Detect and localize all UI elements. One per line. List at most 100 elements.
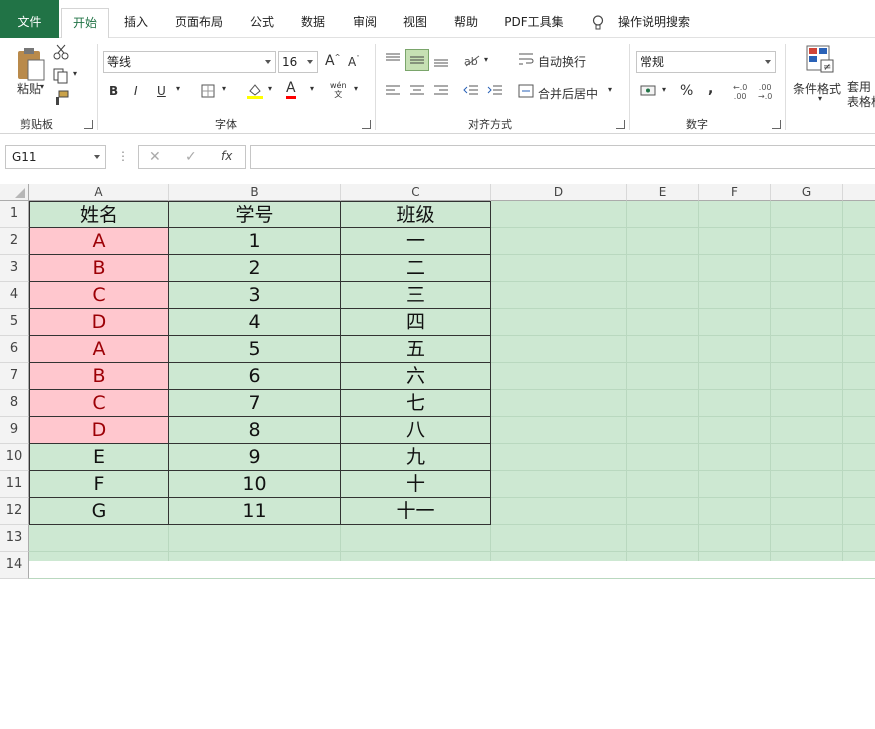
cell-name[interactable]: B — [29, 363, 169, 390]
cell-student-id[interactable]: 6 — [169, 363, 341, 390]
column-header-c[interactable]: C — [341, 184, 491, 201]
row-header-12[interactable]: 12 — [0, 498, 29, 525]
tab-formulas[interactable]: 公式 — [243, 0, 281, 38]
tab-insert[interactable]: 插入 — [116, 0, 156, 38]
borders-dropdown-icon[interactable]: ▾ — [222, 84, 226, 93]
formula-input[interactable] — [250, 145, 875, 169]
wrap-text-button[interactable]: 自动换行 — [538, 53, 586, 70]
cell-student-id[interactable]: 8 — [169, 417, 341, 444]
row-header-8[interactable]: 8 — [0, 390, 29, 417]
phonetic-guide-icon[interactable]: wén 文 — [330, 81, 347, 99]
cell-student-id[interactable]: 3 — [169, 282, 341, 309]
cell-name[interactable]: E — [29, 444, 169, 471]
number-format-select[interactable]: 常规 — [636, 51, 776, 73]
tab-data[interactable]: 数据 — [294, 0, 332, 38]
copy-dropdown-icon[interactable]: ▾ — [73, 69, 77, 78]
decrease-indent-icon[interactable] — [463, 84, 479, 98]
cell-student-id[interactable]: 10 — [169, 471, 341, 498]
column-header-f[interactable]: F — [699, 184, 771, 201]
borders-icon[interactable] — [201, 84, 215, 98]
row-header-9[interactable]: 9 — [0, 417, 29, 444]
conditional-formatting-button[interactable]: 条件格式 — [793, 80, 841, 97]
align-right-icon[interactable] — [433, 84, 449, 98]
insert-function-button[interactable]: fx — [221, 149, 232, 163]
tab-help[interactable]: 帮助 — [447, 0, 485, 38]
row-header-14[interactable]: 14 — [0, 552, 29, 579]
font-launcher-icon[interactable] — [362, 120, 371, 129]
cell-name[interactable]: A — [29, 336, 169, 363]
decrease-decimal-icon[interactable]: .00 →.0 — [758, 83, 772, 101]
fill-color-dropdown-icon[interactable]: ▾ — [268, 84, 272, 93]
merge-center-icon[interactable] — [518, 84, 534, 98]
cut-icon[interactable] — [53, 44, 69, 60]
format-as-table-button[interactable]: 套用 表格格 — [847, 80, 875, 110]
column-header-d[interactable]: D — [491, 184, 627, 201]
merge-dropdown-icon[interactable]: ▾ — [608, 85, 612, 94]
column-header-b[interactable]: B — [169, 184, 341, 201]
header-name[interactable]: 姓名 — [29, 201, 169, 228]
shrink-font-icon[interactable]: Aˇ — [348, 55, 360, 69]
cell-name[interactable]: C — [29, 390, 169, 417]
comma-style-button[interactable]: , — [708, 81, 713, 97]
bold-button[interactable]: B — [109, 84, 118, 98]
cell-student-id[interactable]: 9 — [169, 444, 341, 471]
cell-name[interactable]: B — [29, 255, 169, 282]
cell-class[interactable]: 五 — [341, 336, 491, 363]
paste-icon[interactable] — [16, 46, 46, 82]
cell-class[interactable]: 二 — [341, 255, 491, 282]
cell-name[interactable]: C — [29, 282, 169, 309]
tell-me-search[interactable]: 操作说明搜索 — [614, 0, 694, 38]
align-left-icon[interactable] — [385, 84, 401, 98]
cell-name[interactable]: A — [29, 228, 169, 255]
align-center-icon[interactable] — [409, 84, 425, 98]
row-header-6[interactable]: 6 — [0, 336, 29, 363]
column-header-a[interactable]: A — [29, 184, 169, 201]
cancel-icon[interactable]: ✕ — [149, 149, 161, 165]
header-student-id[interactable]: 学号 — [169, 201, 341, 228]
cell-class[interactable]: 四 — [341, 309, 491, 336]
cell-class[interactable]: 七 — [341, 390, 491, 417]
cell-class[interactable]: 六 — [341, 363, 491, 390]
cell-student-id[interactable]: 2 — [169, 255, 341, 282]
phonetic-dropdown-icon[interactable]: ▾ — [354, 84, 358, 93]
row-header-13[interactable]: 13 — [0, 525, 29, 552]
wrap-text-icon[interactable] — [518, 51, 534, 67]
middle-align-button[interactable] — [405, 49, 429, 71]
font-name-select[interactable]: 等线 — [103, 51, 276, 73]
orientation-dropdown-icon[interactable]: ▾ — [484, 55, 488, 64]
select-all-corner[interactable] — [0, 184, 29, 201]
accounting-format-icon[interactable] — [640, 84, 658, 98]
row-header-4[interactable]: 4 — [0, 282, 29, 309]
cell-class[interactable]: 三 — [341, 282, 491, 309]
conditional-formatting-icon[interactable]: ≠ — [805, 44, 835, 74]
clipboard-launcher-icon[interactable] — [84, 120, 93, 129]
conditional-dropdown-icon[interactable]: ▾ — [818, 94, 822, 103]
worksheet[interactable]: A B C D E F G 1 2 3 4 5 6 7 8 9 10 11 12 13 14 姓名 学号 班级… — [0, 184, 875, 725]
top-align-icon[interactable] — [385, 52, 401, 66]
increase-decimal-icon[interactable]: ←.0.00 — [733, 83, 747, 101]
header-class[interactable]: 班级 — [341, 201, 491, 228]
name-box[interactable]: G11 — [5, 145, 106, 169]
column-header-e[interactable]: E — [627, 184, 699, 201]
accounting-dropdown-icon[interactable]: ▾ — [662, 85, 666, 94]
column-header-overflow[interactable] — [843, 184, 875, 201]
enter-icon[interactable]: ✓ — [185, 149, 197, 165]
paste-dropdown-icon[interactable]: ▾ — [38, 82, 46, 91]
tab-file[interactable]: 文件 — [0, 0, 59, 38]
row-header-11[interactable]: 11 — [0, 471, 29, 498]
cell-name[interactable]: D — [29, 417, 169, 444]
tab-home[interactable]: 开始 — [61, 8, 109, 39]
tab-review[interactable]: 审阅 — [346, 0, 384, 38]
row-header-10[interactable]: 10 — [0, 444, 29, 471]
cell-name[interactable]: F — [29, 471, 169, 498]
tab-pdf-tools[interactable]: PDF工具集 — [498, 0, 570, 38]
row-header-1[interactable]: 1 — [0, 201, 29, 228]
row-header-5[interactable]: 5 — [0, 309, 29, 336]
alignment-launcher-icon[interactable] — [616, 120, 625, 129]
merge-center-button[interactable]: 合并后居中 — [538, 85, 598, 102]
font-size-select[interactable]: 16 — [278, 51, 318, 73]
fill-color-icon[interactable] — [246, 82, 264, 100]
underline-dropdown-icon[interactable]: ▾ — [176, 84, 180, 93]
number-launcher-icon[interactable] — [772, 120, 781, 129]
font-color-icon[interactable]: A — [286, 81, 296, 99]
